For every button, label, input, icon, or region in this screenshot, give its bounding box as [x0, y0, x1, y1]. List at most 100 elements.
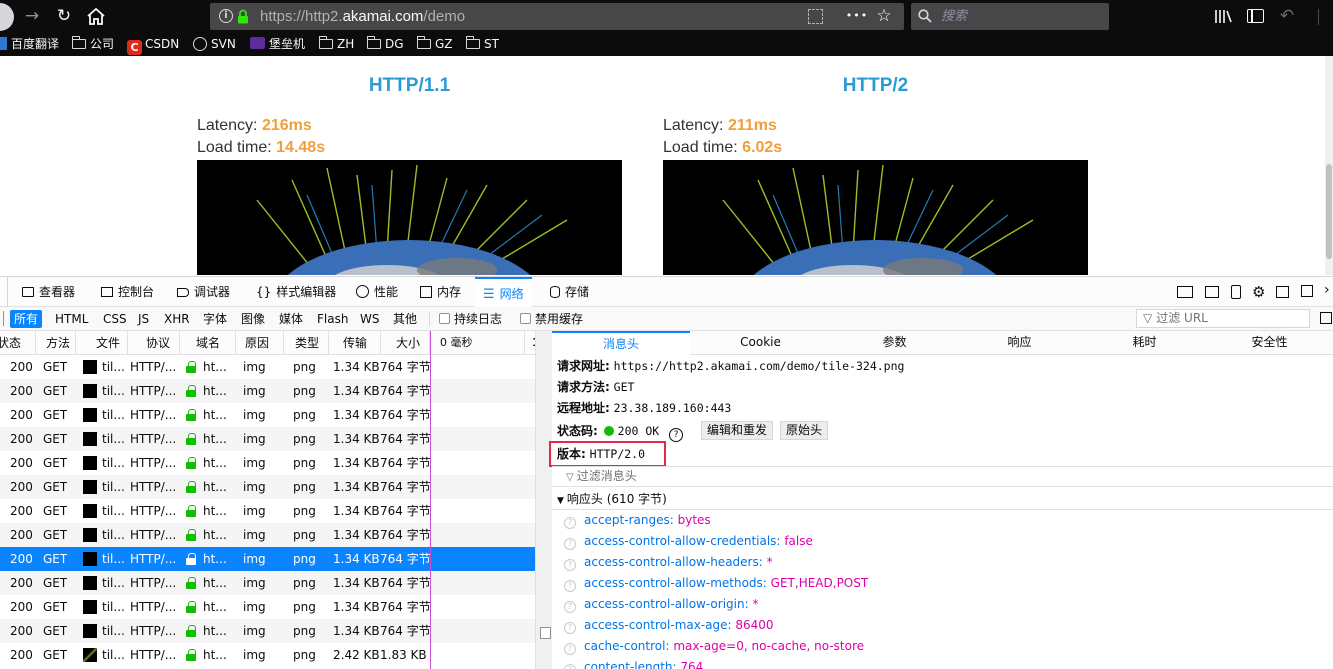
bookmark-csdn[interactable]: C CSDN	[127, 36, 179, 55]
responsive-mode-icon[interactable]	[1231, 285, 1241, 299]
request-row[interactable]: 200 GET til... HTTP/... ht... img png 2.42 KB 1.…	[0, 643, 535, 667]
response-header-row[interactable]: ? accept-ranges: bytes	[564, 510, 711, 531]
disable-cache-checkbox[interactable]: 禁用缓存	[520, 310, 583, 328]
col-file[interactable]: 文件	[76, 331, 128, 355]
header-help-icon[interactable]: ?	[564, 622, 576, 634]
col-domain[interactable]: 域名	[180, 331, 236, 355]
request-row[interactable]: 200 GET til... HTTP/... ht... img png 1.34 KB 76…	[0, 619, 535, 643]
response-header-row[interactable]: ? access-control-max-age: 86400	[564, 615, 774, 636]
request-row[interactable]: 200 GET til... HTTP/... ht... img png 1.34 KB 76…	[0, 499, 535, 523]
filter-xhr[interactable]: XHR	[160, 310, 194, 328]
page-scroll-thumb[interactable]	[1326, 164, 1332, 259]
col-waterfall[interactable]: 0 毫秒	[431, 331, 525, 355]
tab-headers[interactable]: 消息头	[552, 331, 690, 355]
page-scrollbar[interactable]	[1325, 56, 1333, 275]
edit-resend-button[interactable]: 编辑和重发	[701, 421, 774, 440]
col-cause[interactable]: 原因	[236, 331, 284, 355]
library-icon[interactable]	[1214, 9, 1232, 24]
filter-all[interactable]: 所有	[10, 310, 43, 328]
filter-html[interactable]: HTML	[51, 310, 92, 328]
dock-side-icon[interactable]	[1276, 286, 1289, 298]
bookmark-folder-company[interactable]: 公司	[71, 36, 114, 53]
forward-icon[interactable]: →	[20, 0, 44, 33]
bookmark-baidu-translate[interactable]: 百度翻译	[0, 36, 59, 53]
info-icon[interactable]: i	[219, 9, 233, 23]
url-bar[interactable]: i https://http2.akamai.com/demo	[210, 3, 904, 30]
bookmark-svn[interactable]: SVN	[193, 36, 236, 53]
bookmark-star-icon[interactable]: ☆	[873, 0, 895, 33]
dock-options-icon[interactable]	[1177, 286, 1193, 298]
help-icon[interactable]: ?	[669, 428, 684, 442]
reload-icon[interactable]: ↻	[52, 0, 76, 33]
settings-gear-icon[interactable]: ⚙	[1252, 283, 1265, 301]
tab-cookie[interactable]: Cookie	[698, 331, 823, 355]
bookmark-bastion[interactable]: 堡垒机	[250, 36, 305, 53]
tab-params[interactable]: 参数	[832, 331, 957, 355]
tab-network[interactable]: ☰ 网络	[475, 277, 532, 307]
sidebar-icon[interactable]	[1247, 9, 1264, 23]
page-actions-button[interactable]: •••	[845, 0, 869, 33]
response-headers-section[interactable]: ▼ 响应头 (610 字节)	[557, 489, 667, 509]
bookmark-folder-gz[interactable]: GZ	[416, 36, 453, 53]
col-size[interactable]: 大小	[381, 331, 430, 355]
secure-lock-icon[interactable]	[237, 9, 249, 24]
request-row[interactable]: 200 GET til... HTTP/... ht... img png 1.34 KB 76…	[0, 523, 535, 547]
bookmark-folder-st[interactable]: ST	[465, 36, 499, 53]
header-help-icon[interactable]: ?	[564, 580, 576, 592]
request-list-scroll-thumb[interactable]	[540, 627, 551, 639]
filter-js[interactable]: JS	[134, 310, 153, 328]
request-row[interactable]: 200 GET til... HTTP/... ht... img png 1.34 KB 76…	[0, 355, 535, 379]
request-row[interactable]: 200 GET til... HTTP/... ht... img png 1.34 KB 76…	[0, 571, 535, 595]
filter-images[interactable]: 图像	[237, 310, 269, 328]
filter-headers-input[interactable]: ▽ 过滤消息头	[552, 466, 1333, 487]
col-protocol[interactable]: 协议	[128, 331, 180, 355]
search-bar[interactable]: 搜索	[911, 3, 1109, 30]
separate-window-icon[interactable]	[1301, 285, 1313, 297]
header-help-icon[interactable]: ?	[564, 643, 576, 655]
header-help-icon[interactable]: ?	[564, 664, 576, 669]
col-type[interactable]: 类型	[284, 331, 329, 355]
request-row[interactable]: 200 GET til... HTTP/... ht... img png 1.34 KB 76…	[0, 427, 535, 451]
tab-memory[interactable]: 内存	[412, 277, 469, 307]
url-text[interactable]: https://http2.akamai.com/demo	[260, 3, 465, 30]
filter-ws[interactable]: WS	[356, 310, 383, 328]
toggle-details-icon[interactable]	[1320, 312, 1332, 324]
persist-log-checkbox[interactable]: 持续日志	[439, 310, 502, 328]
request-row[interactable]: 200 GET til... HTTP/... ht... img png 1.34 KB 76…	[0, 403, 535, 427]
tab-performance[interactable]: 性能	[348, 277, 406, 307]
raw-headers-button[interactable]: 原始头	[780, 421, 829, 440]
undo-close-icon[interactable]: ↶	[1276, 0, 1298, 33]
response-header-row[interactable]: ? access-control-allow-methods: GET,HEAD,…	[564, 573, 868, 594]
col-method[interactable]: 方法	[36, 331, 76, 355]
back-button[interactable]	[0, 0, 16, 33]
header-help-icon[interactable]: ?	[564, 517, 576, 529]
request-row[interactable]: 200 GET til... HTTP/... ht... img png 1.34 KB 76…	[0, 595, 535, 619]
header-help-icon[interactable]: ?	[564, 559, 576, 571]
filter-css[interactable]: CSS	[99, 310, 131, 328]
filter-fonts[interactable]: 字体	[199, 310, 231, 328]
home-icon[interactable]	[86, 7, 106, 25]
tab-console[interactable]: 控制台	[93, 277, 162, 307]
bookmark-folder-zh[interactable]: ZH	[318, 36, 354, 53]
header-help-icon[interactable]: ?	[564, 538, 576, 550]
tab-storage[interactable]: 存储	[542, 277, 597, 307]
request-list-scrollbar[interactable]	[535, 331, 552, 669]
request-row[interactable]: 200 GET til... HTTP/... ht... img png 1.34 KB 76…	[0, 379, 535, 403]
url-filter-input[interactable]: ▽ 过滤 URL	[1136, 309, 1310, 328]
request-row[interactable]: 200 GET til... HTTP/... ht... img png 1.34 KB 76…	[0, 547, 535, 571]
split-console-icon[interactable]	[1205, 286, 1219, 298]
request-row[interactable]: 200 GET til... HTTP/... ht... img png 1.34 KB 76…	[0, 475, 535, 499]
element-picker-icon[interactable]	[0, 277, 8, 307]
tab-security[interactable]: 安全性	[1207, 331, 1332, 355]
filter-flash[interactable]: Flash	[313, 310, 352, 328]
tab-style-editor[interactable]: {} 样式编辑器	[248, 277, 344, 307]
response-header-row[interactable]: ? content-length: 764	[564, 657, 703, 669]
filter-media[interactable]: 媒体	[275, 310, 307, 328]
request-row[interactable]: 200 GET til... HTTP/... ht... img png 1.34 KB 76…	[0, 451, 535, 475]
tab-response[interactable]: 响应	[957, 331, 1082, 355]
tab-timings[interactable]: 耗时	[1082, 331, 1207, 355]
header-help-icon[interactable]: ?	[564, 601, 576, 613]
close-devtools-icon[interactable]: ›	[1324, 282, 1330, 298]
response-header-row[interactable]: ? access-control-allow-credentials: false	[564, 531, 813, 552]
col-status[interactable]: 状态	[0, 331, 36, 355]
